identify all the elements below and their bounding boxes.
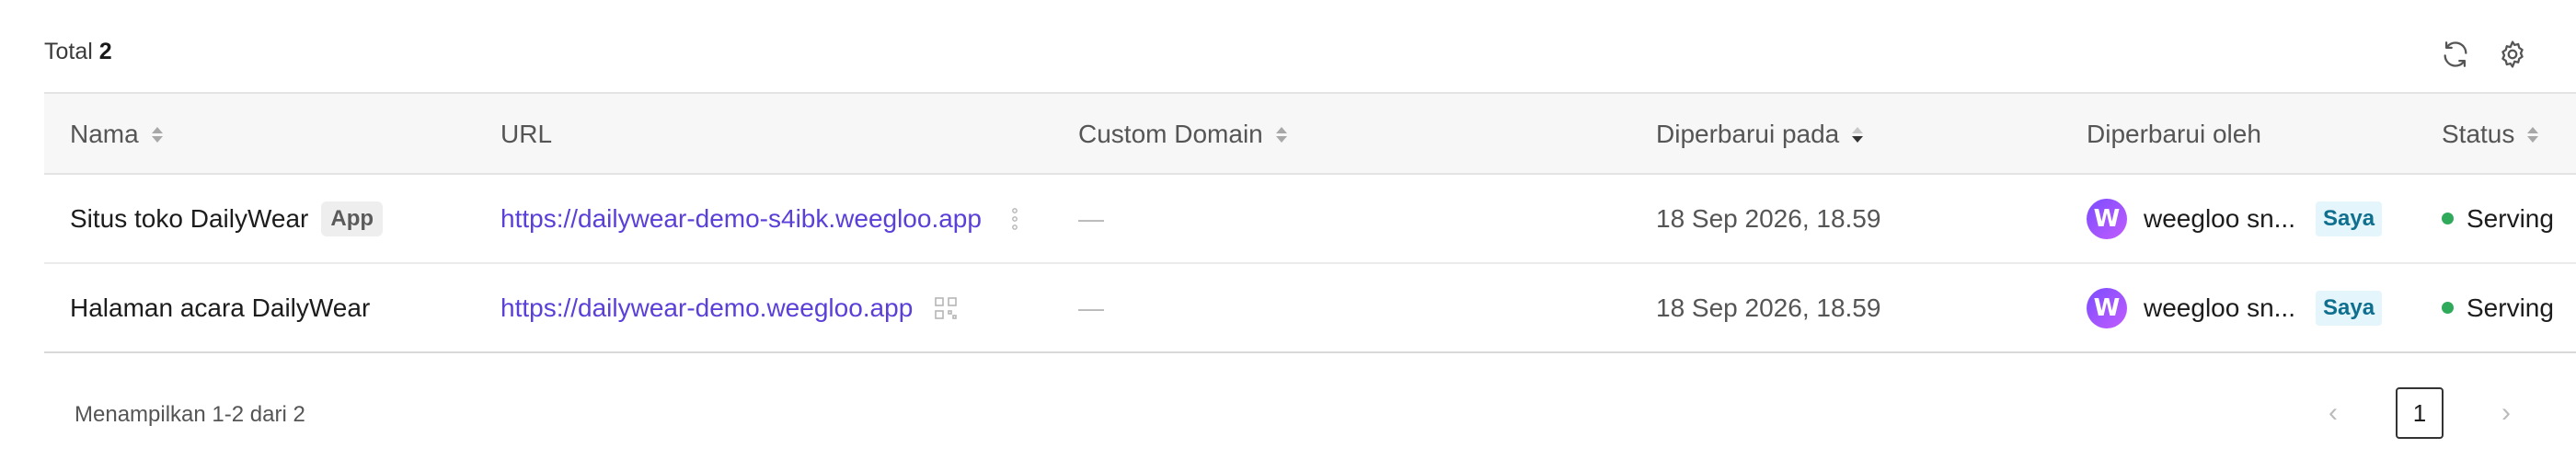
column-header-nama[interactable]: Nama	[70, 94, 163, 175]
updated-by-cell: W weegloo sn... Saya	[2087, 175, 2383, 262]
status-badge: Serving	[2467, 293, 2554, 322]
status-badge: Serving	[2467, 203, 2554, 233]
chevron-left-icon[interactable]: ‹	[2307, 387, 2359, 439]
avatar: W	[2087, 287, 2127, 328]
me-badge: Saya	[2316, 201, 2383, 236]
page-button-current[interactable]: 1	[2396, 387, 2444, 439]
status-cell: Serving	[2442, 175, 2554, 262]
qr-code-icon[interactable]	[933, 295, 959, 321]
pagination: ‹ 1 ›	[2307, 387, 2532, 439]
total-value: 2	[98, 39, 112, 64]
column-label: Diperbarui oleh	[2087, 120, 2261, 148]
gear-icon[interactable]	[2493, 35, 2532, 74]
site-url-link[interactable]: https://dailywear-demo-s4ibk.weegloo.app	[500, 204, 982, 234]
sites-table: Nama URL Custom Domain Diperbarui pada D…	[44, 92, 2576, 353]
url-cell: https://dailywear-demo.weegloo.app	[500, 264, 959, 351]
me-badge: Saya	[2316, 290, 2383, 326]
app-badge: App	[321, 201, 384, 236]
table-header: Nama URL Custom Domain Diperbarui pada D…	[44, 92, 2576, 175]
custom-domain-cell: —	[1078, 175, 1104, 262]
custom-domain-value: —	[1078, 293, 1104, 322]
site-name: Halaman acara DailyWear	[70, 293, 371, 322]
site-name-cell: Halaman acara DailyWear	[70, 264, 370, 351]
updated-by-user: weegloo sn...	[2144, 203, 2295, 233]
updated-at-cell: 18 Sep 2026, 18.59	[1656, 175, 1880, 262]
column-header-url: URL	[500, 94, 552, 175]
status-dot-icon	[2442, 213, 2454, 224]
column-label: URL	[500, 120, 553, 148]
more-vertical-icon[interactable]	[1002, 206, 1028, 232]
total-label: Total	[44, 39, 93, 64]
updated-by-cell: W weegloo sn... Saya	[2087, 264, 2383, 351]
table-row[interactable]: Situs toko DailyWear App https://dailywe…	[44, 175, 2576, 264]
updated-at: 18 Sep 2026, 18.59	[1656, 293, 1881, 322]
column-header-diperbarui-pada[interactable]: Diperbarui pada	[1656, 94, 1864, 175]
column-label: Status	[2442, 120, 2515, 148]
site-name: Situs toko DailyWear	[70, 203, 309, 233]
column-label: Diperbarui pada	[1656, 120, 1840, 148]
column-label: Custom Domain	[1078, 120, 1263, 148]
updated-by-user: weegloo sn...	[2144, 293, 2295, 322]
column-label: Nama	[70, 120, 139, 148]
custom-domain-cell: —	[1078, 264, 1104, 351]
column-header-custom-domain[interactable]: Custom Domain	[1078, 94, 1287, 175]
url-cell: https://dailywear-demo-s4ibk.weegloo.app	[500, 175, 1028, 262]
refresh-icon[interactable]	[2436, 35, 2475, 74]
sort-icon[interactable]	[1275, 126, 1287, 143]
table-row[interactable]: Halaman acara DailyWear https://dailywea…	[44, 264, 2576, 353]
updated-at-cell: 18 Sep 2026, 18.59	[1656, 264, 1880, 351]
site-url-link[interactable]: https://dailywear-demo.weegloo.app	[500, 293, 913, 323]
table-toolbar: Total 2	[44, 28, 2532, 83]
sort-desc-icon[interactable]	[1852, 126, 1864, 143]
updated-at: 18 Sep 2026, 18.59	[1656, 203, 1881, 233]
pagination-summary: Menampilkan 1-2 dari 2	[75, 402, 305, 427]
status-dot-icon	[2442, 302, 2454, 314]
column-header-status[interactable]: Status	[2442, 94, 2539, 175]
avatar: W	[2087, 198, 2127, 239]
sort-icon[interactable]	[151, 126, 163, 143]
custom-domain-value: —	[1078, 203, 1104, 233]
site-name-cell: Situs toko DailyWear App	[70, 175, 384, 262]
table-footer: Menampilkan 1-2 dari 2 ‹ 1 ›	[44, 382, 2532, 446]
total-count: Total 2	[44, 39, 112, 65]
column-header-diperbarui-oleh: Diperbarui oleh	[2087, 94, 2261, 175]
chevron-right-icon[interactable]: ›	[2480, 387, 2532, 439]
sort-icon[interactable]	[2527, 126, 2539, 143]
status-cell: Serving	[2442, 264, 2554, 351]
